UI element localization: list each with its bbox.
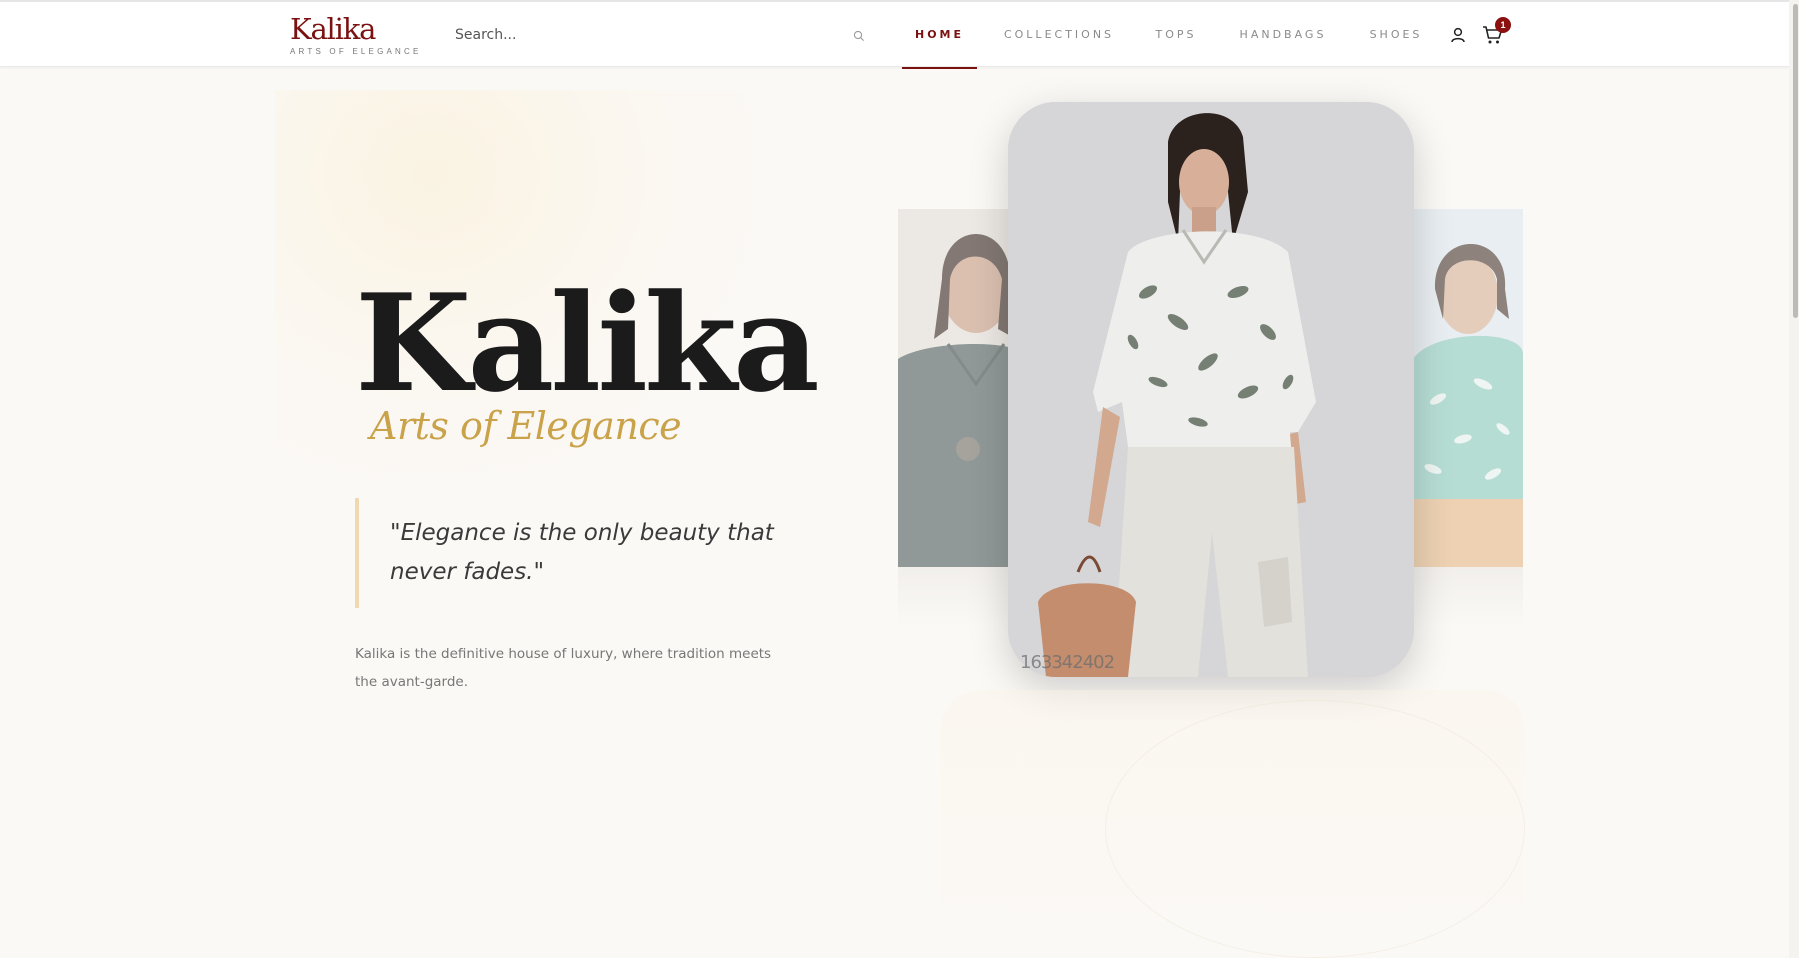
nav-shoes[interactable]: SHOES xyxy=(1365,2,1427,68)
cart-count-badge: 1 xyxy=(1495,17,1511,33)
brand-tagline: ARTS OF ELEGANCE xyxy=(290,47,422,56)
hero-subtitle: Arts of Elegance xyxy=(370,404,682,448)
scrollbar-thumb[interactable] xyxy=(1793,4,1798,318)
nav-home[interactable]: HOME xyxy=(902,2,977,69)
hero-quote: "Elegance is the only beauty that never … xyxy=(390,520,774,585)
hero-description: Kalika is the definitive house of luxury… xyxy=(355,646,772,690)
nav-collections[interactable]: COLLECTIONS xyxy=(1000,2,1118,68)
brand-logo[interactable]: Kalika ARTS OF ELEGANCE xyxy=(290,12,422,57)
model-image-right xyxy=(1413,209,1523,567)
site-header: Kalika ARTS OF ELEGANCE HOME COLLECTIONS… xyxy=(0,0,1799,69)
model-image-main xyxy=(1008,102,1414,677)
brand-name: Kalika xyxy=(290,12,376,46)
nav-tops[interactable]: TOPS xyxy=(1150,2,1202,68)
gallery-main-card[interactable] xyxy=(1008,102,1414,677)
gallery-side-card-right[interactable] xyxy=(1413,209,1523,567)
user-icon[interactable] xyxy=(1449,26,1467,44)
nav-handbags[interactable]: HANDBAGS xyxy=(1238,2,1328,68)
quote-bar xyxy=(355,498,359,608)
hero-title: Kalika xyxy=(355,264,820,422)
search-icon[interactable] xyxy=(853,30,865,42)
ghost-circle xyxy=(1105,700,1525,958)
search-input[interactable] xyxy=(450,18,870,52)
image-watermark: 163342402 xyxy=(1020,652,1115,673)
